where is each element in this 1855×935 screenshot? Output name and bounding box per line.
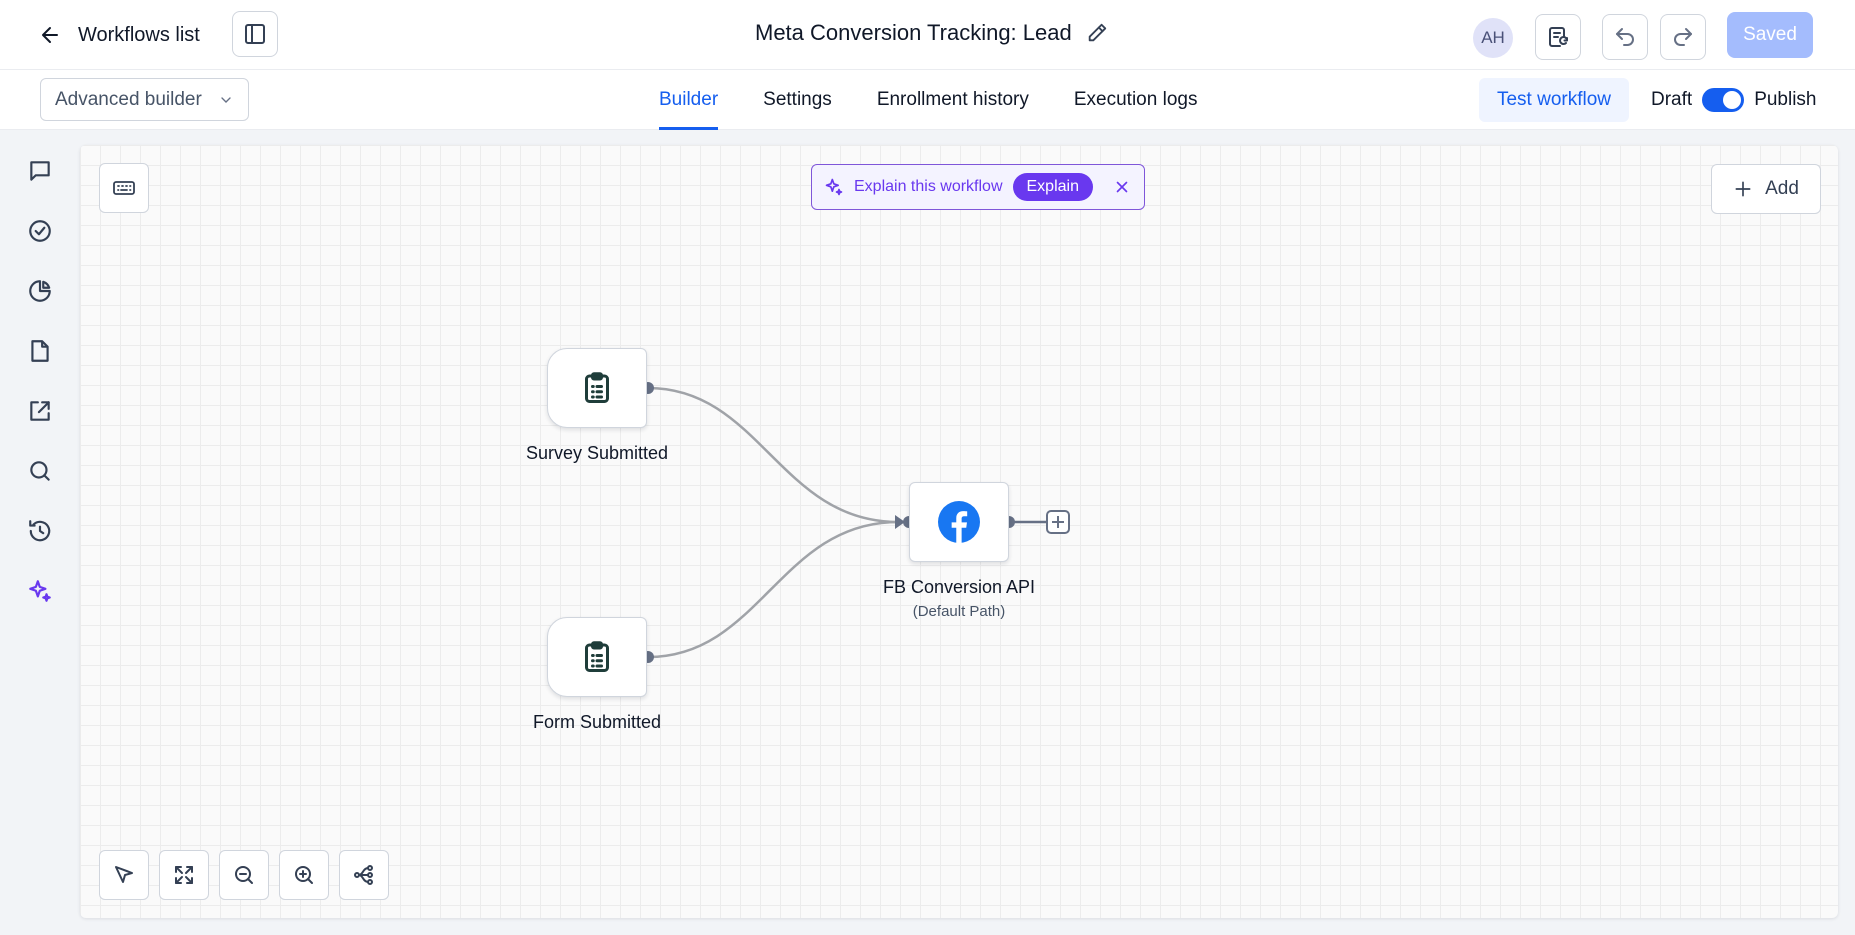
edit-pencil-icon[interactable] — [1086, 22, 1108, 44]
keyboard-shortcuts-button[interactable] — [99, 163, 149, 213]
publish-label: Publish — [1754, 89, 1817, 110]
cursor-pointer-icon — [115, 866, 133, 883]
workflow-title-text: Meta Conversion Tracking: Lead — [755, 20, 1072, 45]
select-tool-button[interactable] — [99, 850, 149, 900]
chevron-down-icon — [221, 96, 231, 103]
top-bar: Workflows list Meta Conversion Tracking:… — [0, 0, 1855, 70]
document-icon — [31, 340, 49, 362]
workflow-title[interactable]: Meta Conversion Tracking: Lead — [755, 20, 1108, 46]
sidebar-item-tasks[interactable] — [26, 217, 54, 245]
explain-text: Explain this workflow — [854, 178, 1003, 195]
pie-chart-icon — [29, 280, 51, 302]
node-label-form: Form Submitted — [532, 712, 662, 732]
undo-icon — [1616, 28, 1634, 46]
add-step-plus-icon[interactable] — [1046, 510, 1070, 534]
clipboard-list-icon — [585, 372, 609, 403]
tab-bar: Builder Settings Enrollment history Exec… — [659, 70, 1197, 130]
sidebar-panel-icon — [245, 24, 265, 44]
tab-execution-logs[interactable]: Execution logs — [1074, 70, 1198, 130]
zoom-in-button[interactable] — [279, 850, 329, 900]
zoom-out-button[interactable] — [219, 850, 269, 900]
explain-button[interactable]: Explain — [1012, 173, 1093, 201]
node-form-submitted[interactable] — [547, 617, 647, 697]
builder-mode-value: Advanced builder — [55, 88, 202, 110]
check-circle-icon — [29, 220, 51, 242]
chat-icon — [30, 161, 50, 181]
close-explain-button[interactable] — [1113, 178, 1131, 196]
sidebar-item-share[interactable] — [26, 397, 54, 425]
sparkles-icon — [825, 178, 843, 196]
clipboard-list-icon — [585, 641, 609, 672]
node-survey-submitted[interactable] — [547, 348, 647, 428]
builder-mode-select[interactable]: Advanced builder — [40, 78, 249, 121]
toggle-sidebar-button[interactable] — [232, 11, 278, 57]
back-label: Workflows list — [78, 23, 200, 46]
auto-layout-button[interactable] — [339, 850, 389, 900]
zoom-out-icon — [235, 866, 253, 884]
sidebar-item-ai[interactable] — [26, 577, 54, 605]
saved-button[interactable]: Saved — [1727, 12, 1813, 58]
user-avatar[interactable]: AH — [1473, 18, 1513, 58]
sidebar-item-analytics[interactable] — [26, 277, 54, 305]
edge-survey-to-fb — [647, 386, 899, 524]
expand-icon — [175, 866, 193, 884]
node-label-fb: FB Conversion API — [882, 577, 1036, 597]
sidebar-item-documents[interactable] — [26, 337, 54, 365]
sidebar-item-search[interactable] — [26, 457, 54, 485]
keyboard-icon — [113, 181, 135, 195]
edge-form-to-fb — [647, 520, 899, 659]
sidebar-item-history[interactable] — [26, 517, 54, 545]
add-label: Add — [1765, 178, 1799, 199]
facebook-icon — [938, 501, 980, 543]
back-to-workflows-link[interactable]: Workflows list — [38, 18, 200, 52]
fit-view-button[interactable] — [159, 850, 209, 900]
explain-workflow-banner: Explain this workflow Explain — [811, 164, 1145, 210]
publish-toggle-group: Draft Publish — [1651, 78, 1817, 122]
zoom-in-icon — [295, 866, 313, 884]
left-sidebar — [0, 130, 80, 935]
document-refresh-icon — [1549, 27, 1568, 47]
arrow-left-icon — [42, 27, 58, 43]
plus-icon — [1735, 181, 1751, 197]
canvas-toolbar — [99, 850, 389, 900]
sparkles-icon — [29, 580, 51, 602]
node-fb-conversion-api[interactable] — [909, 482, 1009, 562]
sidebar-item-chat[interactable] — [26, 157, 54, 185]
sub-bar: Advanced builder Builder Settings Enroll… — [0, 70, 1855, 130]
version-history-button[interactable] — [1535, 14, 1581, 60]
workflow-layout-icon — [354, 865, 373, 885]
node-sublabel-fb: (Default Path) — [912, 603, 1006, 620]
publish-toggle[interactable] — [1702, 88, 1745, 112]
add-button[interactable]: Add — [1711, 164, 1821, 214]
workflow-canvas[interactable]: Explain this workflow Explain Add Survey… — [80, 145, 1838, 918]
search-icon — [30, 461, 50, 481]
draft-label: Draft — [1651, 89, 1693, 110]
close-icon — [1116, 181, 1128, 193]
redo-button[interactable] — [1660, 14, 1706, 60]
history-icon — [29, 520, 51, 542]
node-label-survey: Survey Submitted — [525, 443, 669, 463]
redo-icon — [1674, 28, 1692, 46]
tab-enrollment-history[interactable]: Enrollment history — [877, 70, 1029, 130]
test-workflow-button[interactable]: Test workflow — [1479, 78, 1629, 122]
tab-settings[interactable]: Settings — [763, 70, 832, 130]
external-link-icon — [30, 401, 50, 421]
tab-builder[interactable]: Builder — [659, 70, 719, 130]
undo-button[interactable] — [1602, 14, 1648, 60]
